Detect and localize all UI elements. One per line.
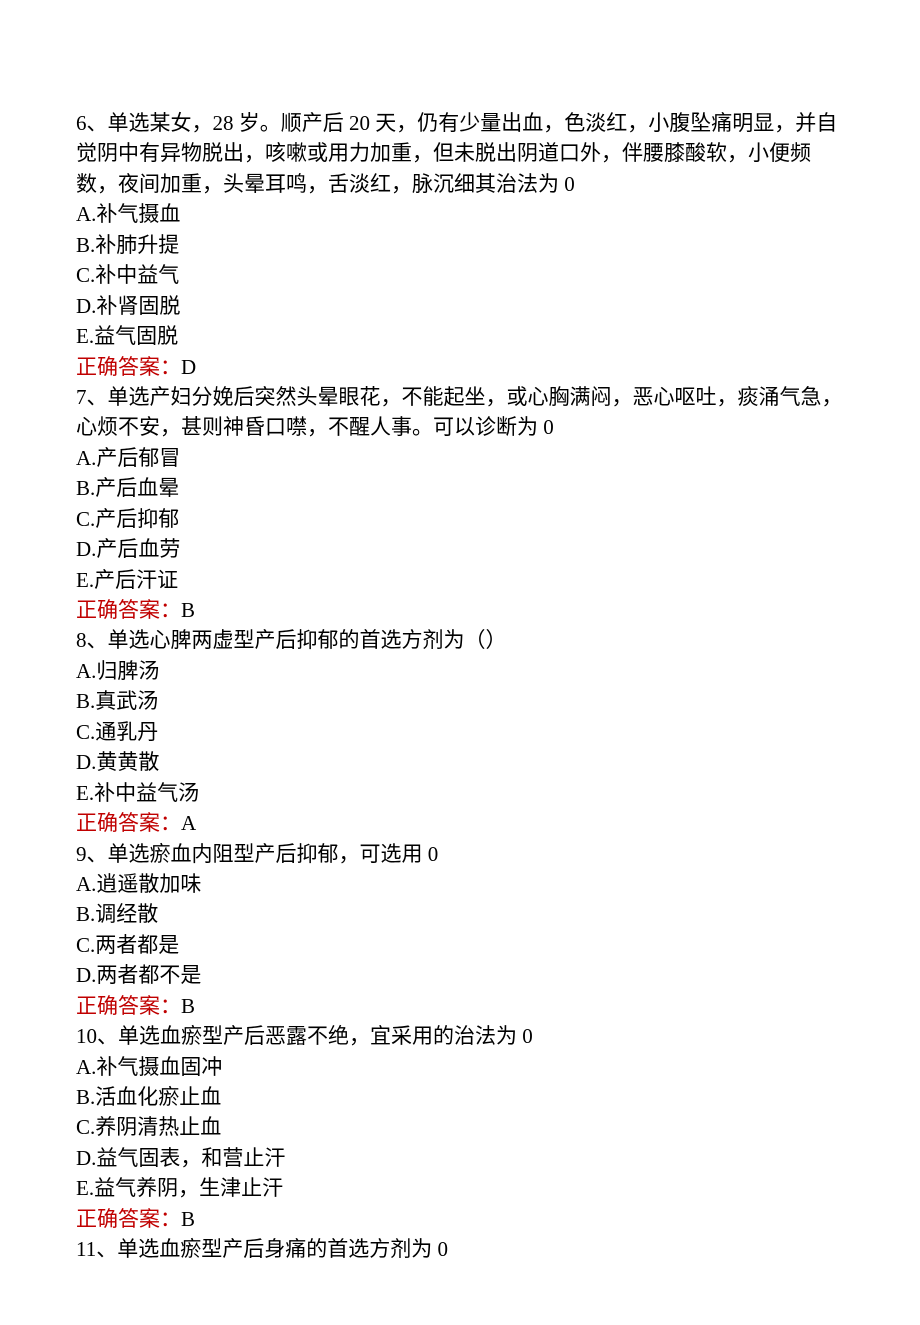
option: E.益气养阴，生津止汗 [76,1173,844,1203]
answer-value: A [181,811,196,835]
answer-value: B [181,994,195,1018]
option: C.养阴清热止血 [76,1112,844,1142]
answer-line: 正确答案：A [76,808,844,838]
option: E.益气固脱 [76,321,844,351]
option: A.产后郁冒 [76,443,844,473]
option: B.补肺升提 [76,230,844,260]
answer-line: 正确答案：D [76,352,844,382]
option: A.归脾汤 [76,656,844,686]
answer-label: 正确答案： [76,994,181,1018]
answer-line: 正确答案：B [76,1204,844,1234]
option: D.产后血劳 [76,534,844,564]
option: B.真武汤 [76,686,844,716]
option: C.两者都是 [76,930,844,960]
question-stem: 6、单选某女，28 岁。顺产后 20 天，仍有少量出血，色淡红，小腹坠痛明显，并… [76,108,844,199]
answer-line: 正确答案：B [76,991,844,1021]
answer-value: B [181,598,195,622]
option: D.黄黄散 [76,747,844,777]
document-page: 6、单选某女，28 岁。顺产后 20 天，仍有少量出血，色淡红，小腹坠痛明显，并… [0,0,920,1325]
answer-label: 正确答案： [76,598,181,622]
option: D.两者都不是 [76,960,844,990]
option: A.补气摄血固冲 [76,1052,844,1082]
option: C.补中益气 [76,260,844,290]
answer-value: D [181,355,196,379]
question-stem: 8、单选心脾两虚型产后抑郁的首选方剂为（） [76,625,844,655]
option: A.补气摄血 [76,199,844,229]
answer-value: B [181,1207,195,1231]
option: A.逍遥散加味 [76,869,844,899]
answer-label: 正确答案： [76,355,181,379]
question-stem: 11、单选血瘀型产后身痛的首选方剂为 0 [76,1234,844,1264]
option: B.活血化瘀止血 [76,1082,844,1112]
question-stem: 7、单选产妇分娩后突然头晕眼花，不能起坐，或心胸满闷，恶心呕吐，痰涌气急，心烦不… [76,382,844,443]
option: D.益气固表，和营止汗 [76,1143,844,1173]
option: B.调经散 [76,899,844,929]
answer-label: 正确答案： [76,1207,181,1231]
answer-line: 正确答案：B [76,595,844,625]
option: C.产后抑郁 [76,504,844,534]
option: D.补肾固脱 [76,291,844,321]
option: E.补中益气汤 [76,778,844,808]
answer-label: 正确答案： [76,811,181,835]
option: B.产后血晕 [76,473,844,503]
option: C.通乳丹 [76,717,844,747]
question-stem: 10、单选血瘀型产后恶露不绝，宜采用的治法为 0 [76,1021,844,1051]
question-stem: 9、单选瘀血内阻型产后抑郁，可选用 0 [76,839,844,869]
option: E.产后汗证 [76,565,844,595]
